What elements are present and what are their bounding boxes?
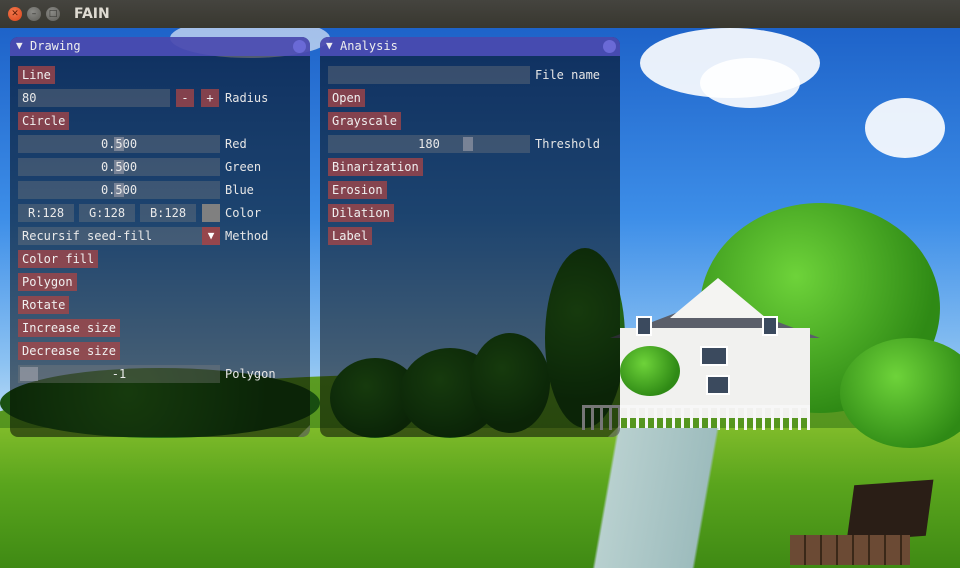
collapse-arrow-icon[interactable]: ▼ [16,39,23,52]
label-button[interactable]: Label [328,227,373,245]
analysis-panel-titlebar[interactable]: ▼ Analysis [320,37,620,56]
open-button[interactable]: Open [328,89,365,107]
grayscale-button[interactable]: Grayscale [328,112,402,130]
color-r-value: R:128 [27,206,65,220]
analysis-panel-close-button[interactable] [603,40,616,53]
color-b-input[interactable]: B:128 [140,204,196,222]
green-label: Green [225,160,262,174]
window-titlebar: ✕ – □ FAIN [0,0,960,29]
drawing-panel-close-button[interactable] [293,40,306,53]
file-name-label: File name [535,68,601,82]
green-slider[interactable]: 0.500 [18,158,220,176]
decrease-size-button[interactable]: Decrease size [18,342,120,360]
binarization-button[interactable]: Binarization [328,158,423,176]
blue-slider[interactable]: 0.500 [18,181,220,199]
red-value: 0.500 [100,137,138,151]
green-value: 0.500 [100,160,138,174]
polygon-button[interactable]: Polygon [18,273,77,291]
blue-label: Blue [225,183,254,197]
polygon-slider-value: -1 [111,367,127,381]
close-window-button[interactable]: ✕ [8,7,22,21]
method-label: Method [225,229,269,243]
color-g-value: G:128 [88,206,126,220]
red-label: Red [225,137,247,151]
threshold-value: 180 [418,137,440,151]
circle-button[interactable]: Circle [18,112,70,130]
red-slider[interactable]: 0.500 [18,135,220,153]
method-combo[interactable]: Recursif seed-fill [18,227,202,245]
blue-value: 0.500 [100,183,138,197]
color-r-input[interactable]: R:128 [18,204,74,222]
analysis-panel: ▼ Analysis File name Open Grayscale 180 … [320,37,620,437]
radius-input[interactable]: 80 [18,89,170,107]
chevron-down-icon[interactable]: ▼ [202,227,220,245]
collapse-arrow-icon[interactable]: ▼ [326,39,333,52]
analysis-resize-grip[interactable] [608,425,620,437]
drawing-panel-titlebar[interactable]: ▼ Drawing [10,37,310,56]
dilation-button[interactable]: Dilation [328,204,394,222]
erosion-button[interactable]: Erosion [328,181,387,199]
line-button[interactable]: Line [18,66,55,84]
color-b-value: B:128 [149,206,187,220]
threshold-slider[interactable]: 180 [328,135,530,153]
color-g-input[interactable]: G:128 [79,204,135,222]
drawing-resize-grip[interactable] [298,425,310,437]
file-name-input[interactable] [328,66,530,84]
color-fill-button[interactable]: Color fill [18,250,99,268]
analysis-panel-title: Analysis [340,39,398,53]
increase-size-button[interactable]: Increase size [18,319,120,337]
radius-label: Radius [225,91,269,105]
radius-value: 80 [22,91,37,105]
color-label: Color [225,206,262,220]
radius-decrement-button[interactable]: - [176,89,194,107]
color-swatch[interactable] [202,204,220,222]
maximize-window-button[interactable]: □ [46,7,60,21]
radius-increment-button[interactable]: + [201,89,219,107]
polygon-slider[interactable]: -1 [18,365,220,383]
method-value: Recursif seed-fill [22,229,153,243]
minimize-window-button[interactable]: – [27,7,41,21]
rotate-button[interactable]: Rotate [18,296,70,314]
window-title: FAIN [74,6,110,22]
drawing-panel-title: Drawing [30,39,81,53]
threshold-label: Threshold [535,137,601,151]
drawing-panel: ▼ Drawing Line 80 - + Radius Circle 0.50… [10,37,310,437]
polygon-slider-label: Polygon [225,367,276,381]
